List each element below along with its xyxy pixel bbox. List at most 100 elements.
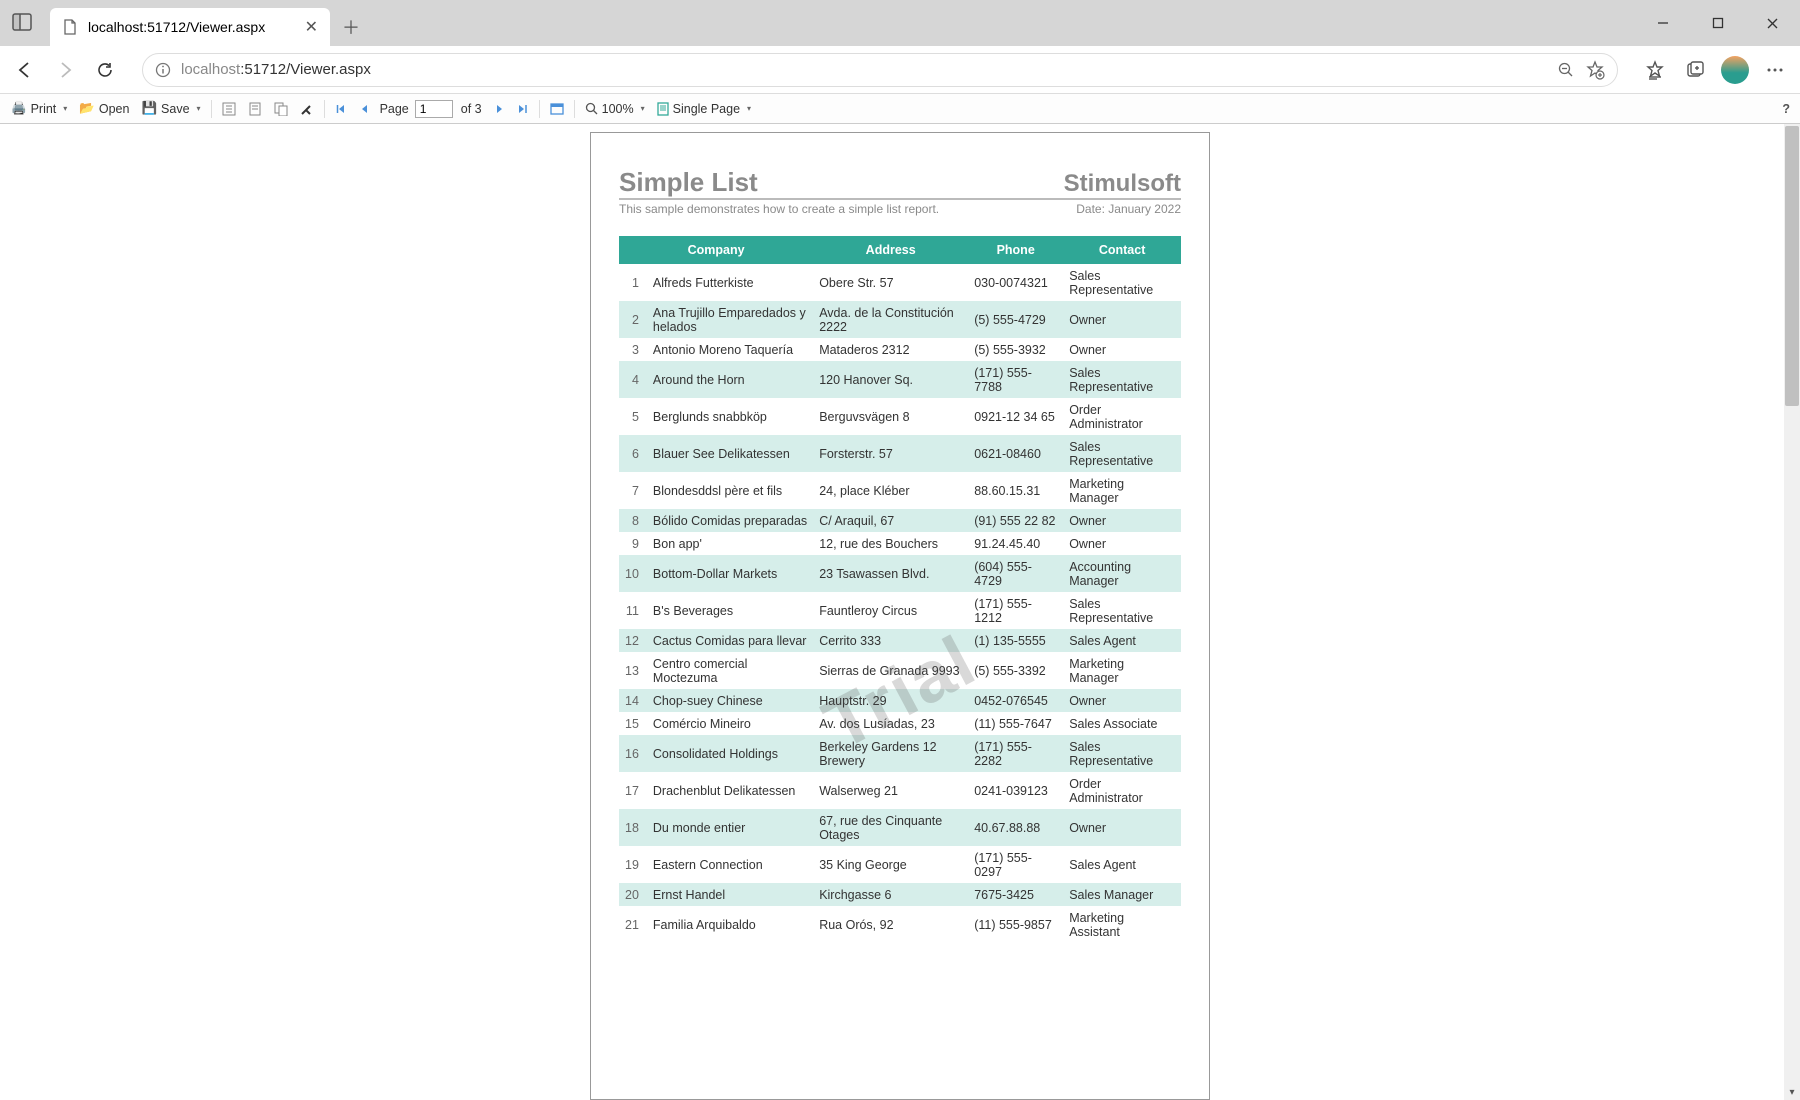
cell-address: 120 Hanover Sq.	[813, 361, 968, 398]
cell-address: Walserweg 21	[813, 772, 968, 809]
cell-phone: (171) 555-0297	[968, 846, 1063, 883]
view-mode-button[interactable]: Single Page	[652, 100, 756, 118]
table-row: 16Consolidated HoldingsBerkeley Gardens …	[619, 735, 1181, 772]
row-number: 21	[619, 906, 647, 943]
cell-address: Kirchgasse 6	[813, 883, 968, 906]
cell-company: Eastern Connection	[647, 846, 813, 883]
single-page-icon	[657, 102, 669, 116]
row-number: 5	[619, 398, 647, 435]
cell-company: Ana Trujillo Emparedados y helados	[647, 301, 813, 338]
collections-icon[interactable]	[1678, 53, 1712, 87]
cell-address: Avda. de la Constitución 2222	[813, 301, 968, 338]
cell-contact: Owner	[1063, 338, 1181, 361]
new-tab-button[interactable]: ＋	[336, 12, 366, 42]
find-icon[interactable]	[295, 100, 319, 118]
favorites-icon[interactable]	[1638, 53, 1672, 87]
last-page-button[interactable]	[512, 101, 534, 117]
resources-icon[interactable]	[269, 100, 293, 118]
next-page-button[interactable]	[490, 101, 510, 117]
save-icon: 💾	[141, 101, 157, 116]
cell-company: Centro comercial Moctezuma	[647, 652, 813, 689]
cell-contact: Accounting Manager	[1063, 555, 1181, 592]
table-row: 19Eastern Connection35 King George(171) …	[619, 846, 1181, 883]
cell-contact: Sales Associate	[1063, 712, 1181, 735]
page-label: Page	[380, 102, 409, 116]
report-viewport[interactable]: Simple List Stimulsoft This sample demon…	[0, 124, 1800, 1100]
row-number: 9	[619, 532, 647, 555]
bookmarks-icon[interactable]	[217, 100, 241, 118]
tab-title: localhost:51712/Viewer.aspx	[88, 19, 265, 35]
cell-company: Blondesddsl père et fils	[647, 472, 813, 509]
cell-address: Berkeley Gardens 12 Brewery	[813, 735, 968, 772]
site-info-icon[interactable]	[155, 62, 171, 78]
browser-tab[interactable]: localhost:51712/Viewer.aspx ✕	[50, 8, 330, 46]
parameters-icon[interactable]	[243, 100, 267, 118]
cell-company: Around the Horn	[647, 361, 813, 398]
cell-company: Ernst Handel	[647, 883, 813, 906]
close-window-button[interactable]	[1745, 0, 1800, 46]
table-row: 6Blauer See DelikatessenForsterstr. 5706…	[619, 435, 1181, 472]
page-number-input[interactable]	[415, 100, 453, 118]
zoom-button[interactable]: 100%	[580, 100, 650, 118]
help-button[interactable]: ?	[1782, 102, 1794, 116]
first-page-button[interactable]	[330, 101, 352, 117]
cell-company: Bólido Comidas preparadas	[647, 509, 813, 532]
cell-contact: Sales Manager	[1063, 883, 1181, 906]
table-row: 17Drachenblut DelikatessenWalserweg 2102…	[619, 772, 1181, 809]
table-row: 12Cactus Comidas para llevarCerrito 333(…	[619, 629, 1181, 652]
cell-contact: Order Administrator	[1063, 398, 1181, 435]
maximize-button[interactable]	[1690, 0, 1745, 46]
row-number: 4	[619, 361, 647, 398]
cell-address: Forsterstr. 57	[813, 435, 968, 472]
cell-address: 12, rue des Bouchers	[813, 532, 968, 555]
cell-contact: Marketing Assistant	[1063, 906, 1181, 943]
row-number: 13	[619, 652, 647, 689]
print-button[interactable]: 🖨️Print	[6, 99, 72, 118]
row-number: 2	[619, 301, 647, 338]
row-number: 3	[619, 338, 647, 361]
cell-contact: Marketing Manager	[1063, 652, 1181, 689]
cell-company: Familia Arquibaldo	[647, 906, 813, 943]
add-favorite-icon[interactable]	[1585, 60, 1605, 80]
open-button[interactable]: 📂Open	[74, 99, 134, 118]
refresh-button[interactable]	[88, 53, 122, 87]
cell-contact: Owner	[1063, 532, 1181, 555]
scrollbar-thumb[interactable]	[1785, 126, 1799, 406]
address-bar[interactable]: localhost:51712/Viewer.aspx	[142, 53, 1618, 87]
row-number: 12	[619, 629, 647, 652]
table-row: 5Berglunds snabbköpBerguvsvägen 80921-12…	[619, 398, 1181, 435]
prev-page-button[interactable]	[354, 101, 374, 117]
cell-address: Fauntleroy Circus	[813, 592, 968, 629]
printer-icon: 🖨️	[11, 101, 27, 116]
th-address: Address	[813, 236, 968, 264]
cell-contact: Owner	[1063, 689, 1181, 712]
tab-layout-icon[interactable]	[12, 12, 34, 34]
back-button[interactable]	[8, 53, 42, 87]
cell-company: Consolidated Holdings	[647, 735, 813, 772]
row-number: 7	[619, 472, 647, 509]
cell-phone: (5) 555-3932	[968, 338, 1063, 361]
cell-phone: (5) 555-3392	[968, 652, 1063, 689]
cell-phone: (11) 555-9857	[968, 906, 1063, 943]
save-button[interactable]: 💾Save	[136, 99, 205, 118]
report-page: Simple List Stimulsoft This sample demon…	[590, 132, 1210, 1100]
row-number: 14	[619, 689, 647, 712]
row-number: 1	[619, 264, 647, 301]
profile-avatar[interactable]	[1718, 53, 1752, 87]
table-row: 10Bottom-Dollar Markets23 Tsawassen Blvd…	[619, 555, 1181, 592]
row-number: 20	[619, 883, 647, 906]
close-tab-button[interactable]: ✕	[305, 17, 318, 37]
scrollbar-down-arrow[interactable]: ▾	[1784, 1084, 1800, 1100]
row-number: 16	[619, 735, 647, 772]
fullscreen-button[interactable]	[545, 100, 569, 118]
table-row: 1Alfreds FutterkisteObere Str. 57030-007…	[619, 264, 1181, 301]
report-date: Date: January 2022	[1076, 202, 1181, 216]
cell-phone: (171) 555-2282	[968, 735, 1063, 772]
cell-contact: Owner	[1063, 509, 1181, 532]
vertical-scrollbar[interactable]: ▾	[1784, 124, 1800, 1100]
minimize-button[interactable]	[1635, 0, 1690, 46]
forward-button[interactable]	[48, 53, 82, 87]
cell-company: Drachenblut Delikatessen	[647, 772, 813, 809]
zoom-out-icon[interactable]	[1557, 61, 1575, 79]
more-menu-icon[interactable]	[1758, 53, 1792, 87]
